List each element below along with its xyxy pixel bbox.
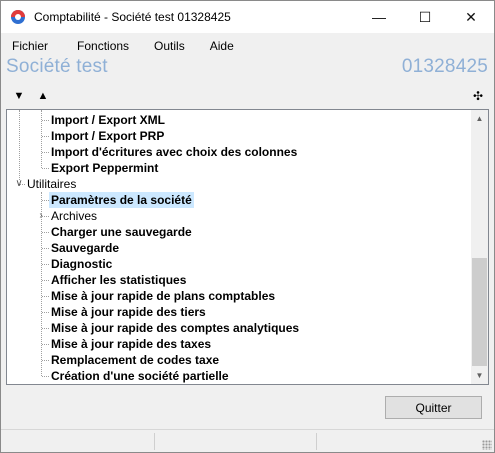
resize-grip-icon[interactable] xyxy=(482,440,492,450)
menu-aide[interactable]: Aide xyxy=(199,39,248,53)
menu-outils[interactable]: Outils xyxy=(143,39,199,53)
tree-item[interactable]: ∨ Utilitaires xyxy=(7,176,467,192)
quit-button[interactable]: Quitter xyxy=(385,396,482,419)
tree-item-label: Afficher les statistiques xyxy=(51,273,187,287)
app-logo-icon xyxy=(10,9,26,25)
tree-connector xyxy=(42,120,49,121)
tree-connector xyxy=(42,232,49,233)
maximize-button[interactable]: ☐ xyxy=(402,1,448,33)
tree-item-label: Import d'écritures avec choix des colonn… xyxy=(51,145,298,159)
company-number: 01328425 xyxy=(401,56,488,77)
tree-item[interactable]: Import d'écritures avec choix des colonn… xyxy=(7,144,467,160)
vertical-scrollbar[interactable]: ▲ ▼ xyxy=(471,110,488,384)
tree-item[interactable]: Mise à jour rapide des tiers xyxy=(7,304,467,320)
move-down-icon[interactable]: ▼ xyxy=(12,89,26,103)
tree-connector xyxy=(42,280,49,281)
title-bar[interactable]: Comptabilité - Société test 01328425 — ☐… xyxy=(1,1,494,33)
tree-item[interactable]: Sauvegarde xyxy=(7,240,467,256)
chevron-right-icon[interactable]: › xyxy=(36,208,46,224)
tree-connector xyxy=(42,296,49,297)
tree-connector xyxy=(42,248,49,249)
tree-item-label: Mise à jour rapide de plans comptables xyxy=(51,289,276,303)
tree-connector xyxy=(42,168,49,169)
function-tree[interactable]: Import / Export XML Import / Export PRP Im… xyxy=(6,109,489,385)
tree-item-label: Sauvegarde xyxy=(51,241,120,255)
tree-item-label: Diagnostic xyxy=(51,257,113,271)
tree-connector xyxy=(42,376,49,377)
tree-item[interactable]: Afficher les statistiques xyxy=(7,272,467,288)
tree-item-label: Mise à jour rapide des tiers xyxy=(51,305,206,319)
tree-connector xyxy=(42,264,49,265)
tree-item-label: Remplacement de codes taxe xyxy=(51,353,220,367)
tree-item[interactable]: Export Peppermint xyxy=(7,160,467,176)
tree-item-label: Import / Export XML xyxy=(51,113,165,127)
tree-item[interactable]: Mise à jour rapide de plans comptables xyxy=(7,288,467,304)
tree-item[interactable]: Mise à jour rapide des taxes xyxy=(7,336,467,352)
main-window: Comptabilité - Société test 01328425 — ☐… xyxy=(0,0,495,453)
expand-all-icon[interactable]: ✣ xyxy=(471,89,485,103)
tree-connector xyxy=(42,136,49,137)
tree-item[interactable]: › Archives xyxy=(7,208,467,224)
scroll-thumb[interactable] xyxy=(472,258,487,366)
tree-connector xyxy=(42,360,49,361)
tree-item-label: Charger une sauvegarde xyxy=(51,225,192,239)
tree-item-label: Import / Export PRP xyxy=(51,129,165,143)
tree-item[interactable]: Import / Export PRP xyxy=(7,128,467,144)
close-button[interactable]: ✕ xyxy=(448,1,494,33)
tree-item[interactable]: Paramètres de la société xyxy=(7,192,467,208)
window-title: Comptabilité - Société test 01328425 xyxy=(34,10,231,24)
scroll-down-icon[interactable]: ▼ xyxy=(471,367,488,384)
tree-item[interactable]: Charger une sauvegarde xyxy=(7,224,467,240)
status-separator xyxy=(154,433,155,450)
status-separator xyxy=(316,433,317,450)
tree-connector xyxy=(42,152,49,153)
tree-item-label: Mise à jour rapide des taxes xyxy=(51,337,212,351)
tree-item[interactable]: Remplacement de codes taxe xyxy=(7,352,467,368)
tree-toolbar: ▼ ▲ ✣ xyxy=(6,87,489,107)
chevron-down-icon[interactable]: ∨ xyxy=(14,176,24,192)
tree-item[interactable]: Création d'une société partielle xyxy=(7,368,467,384)
tree-item-label: Export Peppermint xyxy=(51,161,159,175)
company-name: Société test xyxy=(6,56,108,77)
menu-fonctions[interactable]: Fonctions xyxy=(62,39,143,53)
tree-connector xyxy=(42,312,49,313)
menu-fichier[interactable]: Fichier xyxy=(1,39,62,53)
tree-connector xyxy=(42,200,49,201)
scroll-up-icon[interactable]: ▲ xyxy=(471,110,488,127)
tree-item-label: Création d'une société partielle xyxy=(51,369,229,383)
move-up-icon[interactable]: ▲ xyxy=(36,89,50,103)
tree-connector xyxy=(42,328,49,329)
tree-item[interactable]: Diagnostic xyxy=(7,256,467,272)
tree-connector xyxy=(42,344,49,345)
minimize-button[interactable]: — xyxy=(356,1,402,33)
tree-item[interactable]: Import / Export XML xyxy=(7,112,467,128)
tree-item-label: Paramètres de la société xyxy=(49,192,194,208)
tree-item[interactable]: Mise à jour rapide des comptes analytiqu… xyxy=(7,320,467,336)
status-bar xyxy=(1,429,494,452)
tree-item-label: Utilitaires xyxy=(27,177,77,191)
menu-bar: Fichier Fonctions Outils Aide xyxy=(1,35,494,56)
tree-item-label: Archives xyxy=(51,209,98,223)
tree-item-label: Mise à jour rapide des comptes analytiqu… xyxy=(51,321,300,335)
